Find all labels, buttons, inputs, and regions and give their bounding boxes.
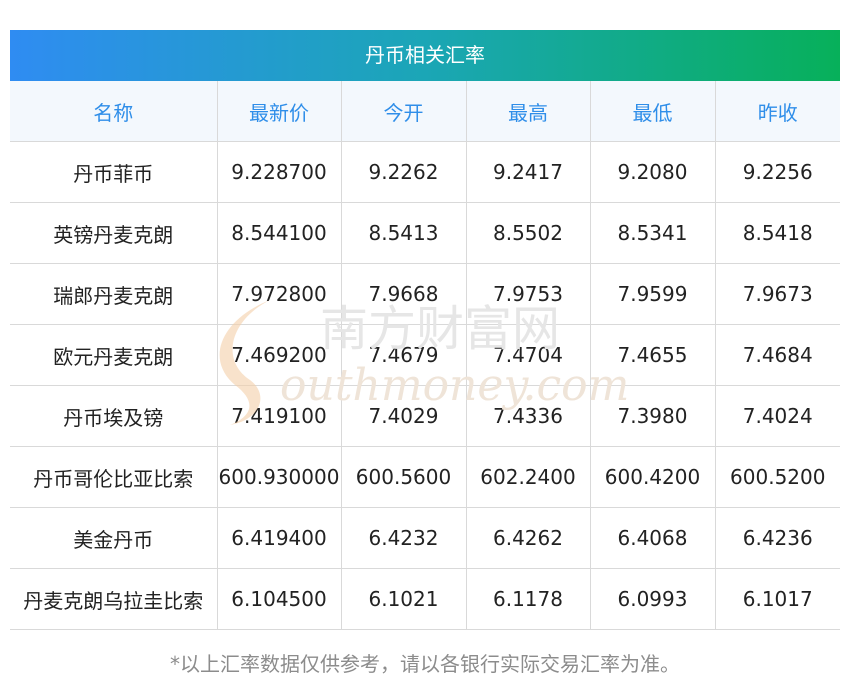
pair-name[interactable]: 英镑丹麦克朗 xyxy=(10,202,218,264)
latest-price: 6.104500 xyxy=(217,568,342,630)
high-price: 8.5502 xyxy=(466,202,591,264)
column-header-name: 名称 xyxy=(10,81,218,142)
prev-close-price: 6.4236 xyxy=(715,507,840,569)
high-price: 7.9753 xyxy=(466,263,591,325)
table-row: 英镑丹麦克朗 8.544100 8.5413 8.5502 8.5341 8.5… xyxy=(10,202,840,264)
latest-price: 8.544100 xyxy=(217,202,342,264)
low-price: 600.4200 xyxy=(590,446,716,508)
latest-price: 9.228700 xyxy=(217,141,342,203)
table-row: 瑞郎丹麦克朗 7.972800 7.9668 7.9753 7.9599 7.9… xyxy=(10,263,840,325)
prev-close-price: 7.4684 xyxy=(715,324,840,386)
latest-price: 7.419100 xyxy=(217,385,342,447)
low-price: 7.3980 xyxy=(590,385,716,447)
prev-close-price: 6.1017 xyxy=(715,568,840,630)
prev-close-price: 600.5200 xyxy=(715,446,840,508)
prev-close-price: 7.9673 xyxy=(715,263,840,325)
low-price: 7.9599 xyxy=(590,263,716,325)
rate-table: 名称 最新价 今开 最高 最低 昨收 丹币菲币 9.228700 9.2262 … xyxy=(10,81,840,630)
latest-price: 6.419400 xyxy=(217,507,342,569)
pair-name[interactable]: 丹币哥伦比亚比索 xyxy=(10,446,218,508)
low-price: 7.4655 xyxy=(590,324,716,386)
pair-name[interactable]: 美金丹币 xyxy=(10,507,218,569)
open-price: 600.5600 xyxy=(341,446,467,508)
high-price: 6.1178 xyxy=(466,568,591,630)
disclaimer-note: *以上汇率数据仅供参考，请以各银行实际交易汇率为准。 xyxy=(170,652,680,676)
pair-name[interactable]: 欧元丹麦克朗 xyxy=(10,324,218,386)
high-price: 9.2417 xyxy=(466,141,591,203)
open-price: 9.2262 xyxy=(341,141,467,203)
low-price: 9.2080 xyxy=(590,141,716,203)
high-price: 7.4336 xyxy=(466,385,591,447)
low-price: 6.4068 xyxy=(590,507,716,569)
column-header-high: 最高 xyxy=(466,81,591,142)
high-price: 6.4262 xyxy=(466,507,591,569)
open-price: 7.4679 xyxy=(341,324,467,386)
prev-close-price: 8.5418 xyxy=(715,202,840,264)
prev-close-price: 9.2256 xyxy=(715,141,840,203)
table-row: 欧元丹麦克朗 7.469200 7.4679 7.4704 7.4655 7.4… xyxy=(10,324,840,386)
column-header-prev-close: 昨收 xyxy=(715,81,840,142)
latest-price: 600.930000 xyxy=(217,446,342,508)
latest-price: 7.469200 xyxy=(217,324,342,386)
table-row: 美金丹币 6.419400 6.4232 6.4262 6.4068 6.423… xyxy=(10,507,840,569)
pair-name[interactable]: 瑞郎丹麦克朗 xyxy=(10,263,218,325)
open-price: 6.4232 xyxy=(341,507,467,569)
column-header-open: 今开 xyxy=(341,81,467,142)
pair-name[interactable]: 丹币菲币 xyxy=(10,141,218,203)
open-price: 7.4029 xyxy=(341,385,467,447)
open-price: 6.1021 xyxy=(341,568,467,630)
open-price: 8.5413 xyxy=(341,202,467,264)
high-price: 7.4704 xyxy=(466,324,591,386)
table-row: 丹币埃及镑 7.419100 7.4029 7.4336 7.3980 7.40… xyxy=(10,385,840,447)
table-row: 丹币哥伦比亚比索 600.930000 600.5600 602.2400 60… xyxy=(10,446,840,508)
column-header-latest: 最新价 xyxy=(217,81,342,142)
table-header-row: 名称 最新价 今开 最高 最低 昨收 xyxy=(10,81,840,142)
panel-title: 丹币相关汇率 xyxy=(10,30,840,81)
exchange-rate-panel: 丹币相关汇率 名称 最新价 今开 最高 最低 昨收 丹币菲币 9.228700 … xyxy=(10,30,840,630)
prev-close-price: 7.4024 xyxy=(715,385,840,447)
pair-name[interactable]: 丹麦克朗乌拉圭比索 xyxy=(10,568,218,630)
low-price: 8.5341 xyxy=(590,202,716,264)
open-price: 7.9668 xyxy=(341,263,467,325)
table-row: 丹麦克朗乌拉圭比索 6.104500 6.1021 6.1178 6.0993 … xyxy=(10,568,840,630)
latest-price: 7.972800 xyxy=(217,263,342,325)
low-price: 6.0993 xyxy=(590,568,716,630)
column-header-low: 最低 xyxy=(590,81,716,142)
high-price: 602.2400 xyxy=(466,446,591,508)
pair-name[interactable]: 丹币埃及镑 xyxy=(10,385,218,447)
table-row: 丹币菲币 9.228700 9.2262 9.2417 9.2080 9.225… xyxy=(10,141,840,203)
